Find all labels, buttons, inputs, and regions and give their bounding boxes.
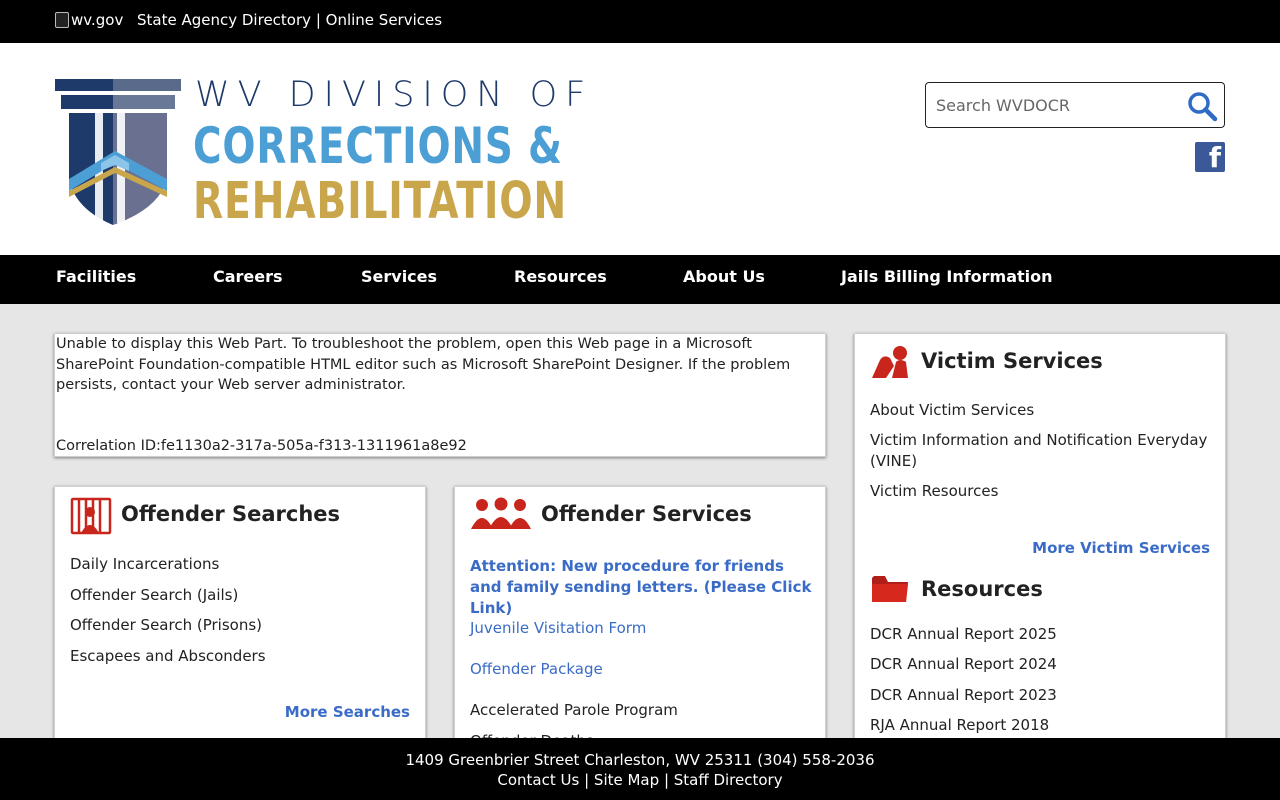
logo-line-3: REHABILITATION	[193, 172, 568, 231]
wvgov-alt-text: wv.gov	[71, 11, 124, 29]
victim-icon	[872, 346, 908, 378]
column-emblem-icon	[55, 79, 181, 225]
logo-line-2: CORRECTIONS &	[193, 117, 563, 175]
more-searches-link[interactable]: More Searches	[285, 703, 410, 721]
agency-directory-link[interactable]: State Agency Directory	[137, 11, 311, 29]
top-links: State Agency Directory | Online Services	[137, 11, 442, 29]
footer-separator: |	[584, 771, 594, 789]
folder-icon	[872, 576, 908, 602]
jail-bars-icon	[70, 497, 112, 535]
search-box	[925, 82, 1225, 128]
offender-services-panel: Offender Services Attention: New procedu…	[454, 486, 826, 756]
contact-us-link[interactable]: Contact Us	[497, 771, 579, 789]
online-services-link[interactable]: Online Services	[326, 11, 442, 29]
link-dcr-annual-report-2023[interactable]: DCR Annual Report 2023	[870, 685, 1057, 706]
offender-searches-panel: Offender Searches Daily Incarcerations O…	[54, 486, 426, 756]
nav-about-us[interactable]: About Us	[683, 267, 765, 286]
victim-services-title: Victim Services	[921, 349, 1103, 373]
correlation-id: Correlation ID:fe1130a2-317a-505a-f313-1…	[56, 438, 467, 454]
footer-links: Contact Us | Site Map | Staff Directory	[0, 771, 1280, 789]
top-bar: wv.gov State Agency Directory | Online S…	[0, 0, 1280, 43]
main-nav: Facilities Careers Services Resources Ab…	[0, 255, 1280, 304]
webpart-error-message: Unable to display this Web Part. To trou…	[56, 336, 791, 393]
site-footer: 1409 Greenbrier Street Charleston, WV 25…	[0, 738, 1280, 800]
site-map-link[interactable]: Site Map	[594, 771, 659, 789]
link-juvenile-visitation-form[interactable]: Juvenile Visitation Form	[470, 618, 646, 639]
footer-address: 1409 Greenbrier Street Charleston, WV 25…	[405, 751, 875, 769]
broken-image-icon	[55, 12, 69, 28]
nav-facilities[interactable]: Facilities	[56, 267, 136, 286]
search-icon[interactable]	[1186, 90, 1218, 122]
link-accelerated-parole[interactable]: Accelerated Parole Program	[470, 700, 678, 721]
link-rja-annual-report-2018[interactable]: RJA Annual Report 2018	[870, 715, 1049, 736]
people-group-icon	[471, 497, 531, 529]
offender-searches-title: Offender Searches	[121, 502, 341, 526]
link-dcr-annual-report-2024[interactable]: DCR Annual Report 2024	[870, 654, 1057, 675]
footer-separator: |	[663, 771, 674, 789]
attention-letters-link[interactable]: Attention: New procedure for friends and…	[470, 556, 815, 619]
top-links-separator: |	[315, 11, 326, 29]
nav-resources[interactable]: Resources	[514, 267, 607, 286]
link-escapees-absconders[interactable]: Escapees and Absconders	[70, 646, 266, 667]
link-vine[interactable]: Victim Information and Notification Ever…	[870, 430, 1215, 472]
link-dcr-annual-report-2025[interactable]: DCR Annual Report 2025	[870, 624, 1057, 645]
staff-directory-link[interactable]: Staff Directory	[674, 771, 783, 789]
facebook-icon[interactable]: f	[1195, 141, 1225, 174]
more-victim-services-link[interactable]: More Victim Services	[1032, 539, 1210, 557]
nav-jails-billing[interactable]: Jails Billing Information	[841, 267, 1053, 286]
site-logo[interactable]: WV DIVISION OF CORRECTIONS & REHABILITAT…	[55, 75, 585, 231]
link-offender-search-jails[interactable]: Offender Search (Jails)	[70, 585, 238, 606]
search-input[interactable]	[936, 93, 1176, 117]
link-victim-resources[interactable]: Victim Resources	[870, 481, 998, 502]
resources-title: Resources	[921, 577, 1043, 601]
webpart-error-panel: Unable to display this Web Part. To trou…	[54, 333, 826, 457]
logo-line-1: WV DIVISION OF	[195, 75, 594, 115]
nav-careers[interactable]: Careers	[213, 267, 283, 286]
link-offender-search-prisons[interactable]: Offender Search (Prisons)	[70, 615, 262, 636]
link-about-victim-services[interactable]: About Victim Services	[870, 400, 1034, 421]
victim-services-panel: Victim Services About Victim Services Vi…	[854, 333, 1226, 753]
wvgov-link[interactable]: wv.gov	[55, 11, 123, 29]
link-daily-incarcerations[interactable]: Daily Incarcerations	[70, 554, 219, 575]
nav-services[interactable]: Services	[361, 267, 437, 286]
link-offender-package[interactable]: Offender Package	[470, 659, 603, 680]
site-header: WV DIVISION OF CORRECTIONS & REHABILITAT…	[0, 43, 1280, 255]
offender-services-title: Offender Services	[541, 502, 752, 526]
